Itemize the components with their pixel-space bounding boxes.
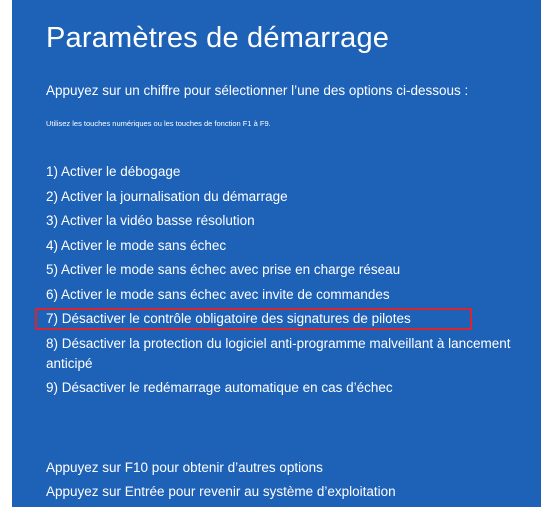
startup-options-list: 1) Activer le débogage 2) Activer la jou… (35, 160, 536, 401)
option-enable-low-resolution-video[interactable]: 3) Activer la vidéo basse résolution (46, 209, 536, 234)
option-safe-mode-networking[interactable]: 5) Activer le mode sans échec avec prise… (46, 258, 536, 283)
option-enable-debugging[interactable]: 1) Activer le débogage (46, 160, 536, 185)
option-enable-boot-logging[interactable]: 2) Activer la journalisation du démarrag… (46, 185, 536, 210)
more-options-text: Appuyez sur F10 pour obtenir d’autres op… (46, 460, 323, 475)
instruction-text: Appuyez sur un chiffre pour sélectionner… (46, 83, 469, 98)
return-to-os-text: Appuyez sur Entrée pour revenir au systè… (46, 484, 396, 499)
key-hint-text: Utilisez les touches numériques ou les t… (46, 119, 271, 128)
startup-settings-screen: Paramètres de démarrage Appuyez sur un c… (12, 0, 541, 507)
option-disable-early-launch-antimalware[interactable]: 8) Désactiver la protection du logiciel … (46, 332, 536, 376)
footer-instructions: Appuyez sur F10 pour obtenir d’autres op… (46, 456, 396, 504)
option-disable-driver-signature-enforcement[interactable]: 7) Désactiver le contrôle obligatoire de… (35, 307, 536, 332)
option-disable-automatic-restart[interactable]: 9) Désactiver le redémarrage automatique… (46, 376, 536, 401)
page-title: Paramètres de démarrage (46, 22, 390, 54)
option-enable-safe-mode[interactable]: 4) Activer le mode sans échec (46, 234, 536, 259)
option-safe-mode-command-prompt[interactable]: 6) Activer le mode sans échec avec invit… (46, 283, 536, 308)
